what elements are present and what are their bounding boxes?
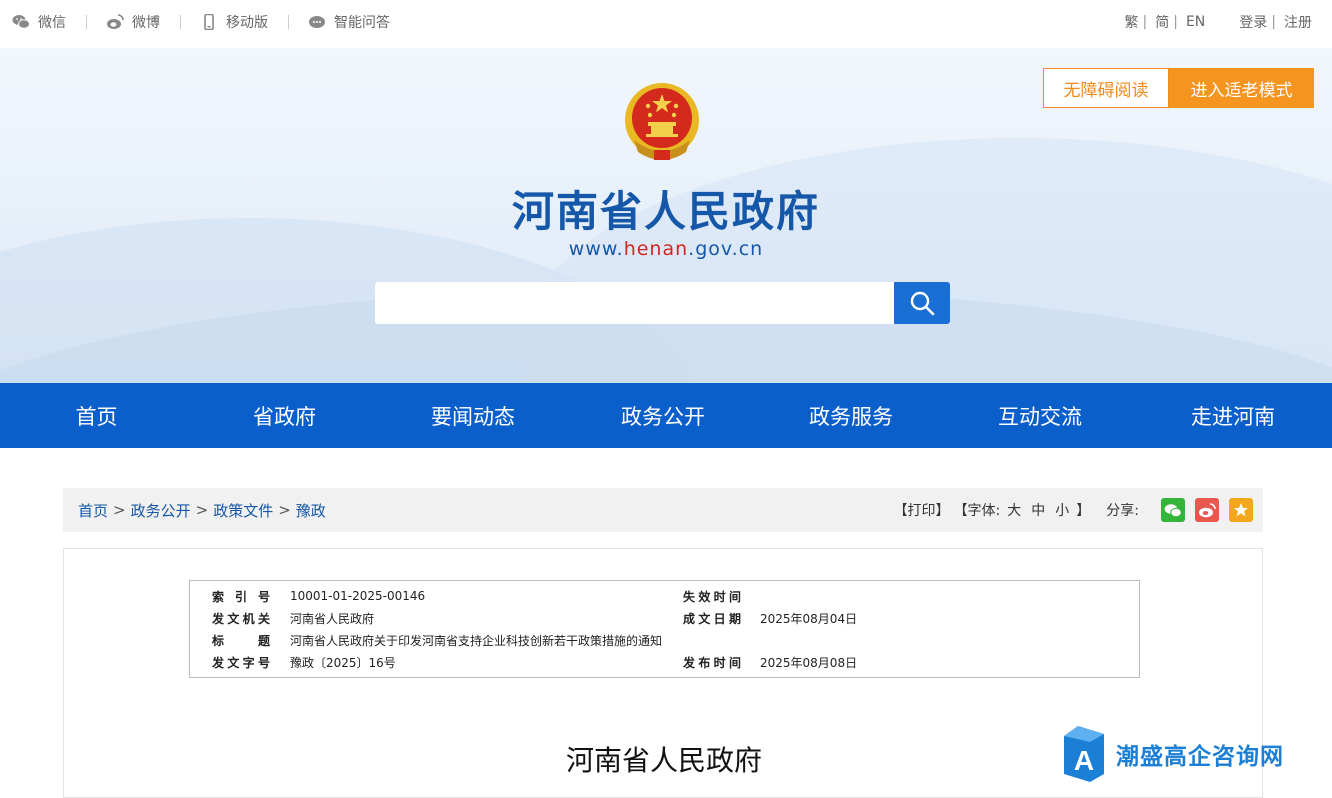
divider: | [1271, 14, 1276, 30]
breadcrumb-bar: 首页 > 政务公开 > 政策文件 > 豫政 【打印】 【字体: 大 中 小 】 … [63, 488, 1263, 532]
mobile-link[interactable]: 移动版 [180, 12, 288, 32]
lang-traditional[interactable]: 繁 [1125, 12, 1139, 32]
search-button[interactable] [894, 282, 950, 324]
nav-news[interactable]: 要闻动态 [376, 383, 570, 448]
share-weibo-button[interactable] [1195, 498, 1219, 522]
social-links: 微信 微博 移动版 智能问答 [12, 0, 410, 44]
lang-english[interactable]: EN [1186, 14, 1205, 30]
mobile-label: 移动版 [226, 15, 268, 31]
title-label: 标题 [212, 633, 270, 648]
star-icon [1234, 503, 1248, 517]
header-banner: 河南省人民政府 www.henan.gov.cn 无障碍阅读 进入适老模式 [0, 48, 1332, 383]
nav-about-henan[interactable]: 走进河南 [1134, 383, 1332, 448]
font-size-label: 【字体: [953, 503, 1001, 519]
breadcrumb-separator: > [195, 501, 209, 519]
share-label: 分享: [1106, 503, 1139, 519]
site-url: www.henan.gov.cn [0, 238, 1332, 260]
font-small-button[interactable]: 小 [1055, 500, 1069, 520]
search-bar [375, 282, 950, 324]
watermark-text: 潮盛高企咨询网 [1116, 743, 1284, 770]
divider: | [1173, 14, 1178, 30]
main-nav: 首页 省政府 要闻动态 政务公开 政务服务 互动交流 走进河南 [0, 383, 1332, 448]
accessibility-reading-button[interactable]: 无障碍阅读 [1043, 68, 1169, 108]
wechat-icon [1164, 503, 1182, 517]
lang-simplified[interactable]: 简 [1155, 12, 1169, 32]
url-prefix: www. [568, 238, 624, 260]
login-link[interactable]: 登录 [1239, 12, 1267, 32]
watermark: A 潮盛高企咨询网 [1064, 726, 1284, 782]
svg-text:A: A [1074, 745, 1094, 776]
weibo-link[interactable]: 微博 [86, 12, 180, 32]
publish-time-label: 发布时间 [683, 655, 741, 670]
breadcrumb-separator: > [113, 501, 126, 519]
breadcrumb-policy-documents[interactable]: 政策文件 [213, 500, 273, 521]
national-emblem-icon[interactable] [624, 82, 700, 164]
publish-time-value: 2025年08月08日 [760, 655, 858, 670]
nav-provincial-government[interactable]: 省政府 [193, 383, 376, 448]
accessibility-controls: 无障碍阅读 进入适老模式 [1043, 68, 1314, 108]
breadcrumb-home[interactable]: 首页 [78, 500, 108, 521]
breadcrumb-government-affairs[interactable]: 政务公开 [131, 500, 191, 521]
weibo-icon [107, 14, 124, 29]
index-number-label: 索引号 [212, 589, 270, 604]
share-wechat-button[interactable] [1161, 498, 1185, 522]
wechat-icon [12, 15, 30, 29]
document-number-value: 豫政〔2025〕16号 [290, 655, 396, 670]
qa-label: 智能问答 [334, 15, 390, 31]
qa-link[interactable]: 智能问答 [288, 12, 410, 32]
divider: | [1142, 14, 1148, 30]
document-metadata-table: 索引号 10001-01-2025-00146 失效时间 发文机关 河南省人民政… [189, 580, 1140, 678]
url-suffix: .gov.cn [688, 238, 764, 260]
page-tools: 【打印】 【字体: 大 中 小 】 分享: [892, 488, 1253, 532]
chat-icon [309, 16, 325, 28]
mobile-icon [204, 14, 214, 30]
font-medium-button[interactable]: 中 [1031, 500, 1045, 520]
font-size-close: 】 [1076, 503, 1091, 519]
title-value: 河南省人民政府关于印发河南省支持企业科技创新若干政策措施的通知 [290, 633, 663, 648]
breadcrumb-yuzheng[interactable]: 豫政 [296, 500, 326, 521]
nav-government-services[interactable]: 政务服务 [756, 383, 946, 448]
weibo-label: 微博 [132, 15, 160, 31]
wechat-link[interactable]: 微信 [12, 12, 86, 32]
created-date-value: 2025年08月04日 [760, 611, 858, 626]
wechat-label: 微信 [38, 15, 66, 31]
issuer-label: 发文机关 [212, 611, 270, 626]
print-button[interactable]: 【打印】 [894, 500, 950, 520]
search-input[interactable] [375, 282, 894, 324]
site-title[interactable]: 河南省人民政府 [0, 178, 1332, 239]
language-and-account: 繁 | 简 | EN 登录 | 注册 [1121, 0, 1312, 44]
breadcrumb-separator: > [278, 501, 291, 519]
register-link[interactable]: 注册 [1284, 12, 1312, 32]
watermark-logo-icon: A [1064, 726, 1104, 782]
elder-mode-button[interactable]: 进入适老模式 [1169, 68, 1314, 108]
expire-time-label: 失效时间 [683, 589, 741, 604]
created-date-label: 成文日期 [683, 611, 741, 626]
font-large-button[interactable]: 大 [1007, 500, 1021, 520]
breadcrumb: 首页 > 政务公开 > 政策文件 > 豫政 [78, 488, 326, 532]
issuer-value: 河南省人民政府 [290, 611, 375, 626]
nav-home[interactable]: 首页 [0, 383, 193, 448]
weibo-icon [1199, 502, 1216, 517]
nav-interaction[interactable]: 互动交流 [946, 383, 1134, 448]
index-number-value: 10001-01-2025-00146 [290, 589, 426, 603]
document-number-label: 发文字号 [212, 655, 270, 670]
url-highlight: henan [623, 238, 689, 260]
search-icon [910, 291, 935, 316]
share-favorite-button[interactable] [1229, 498, 1253, 522]
top-utility-bar: 微信 微博 移动版 智能问答 繁 | 简 | EN 登录 | 注册 [0, 0, 1332, 44]
nav-government-affairs[interactable]: 政务公开 [570, 383, 756, 448]
